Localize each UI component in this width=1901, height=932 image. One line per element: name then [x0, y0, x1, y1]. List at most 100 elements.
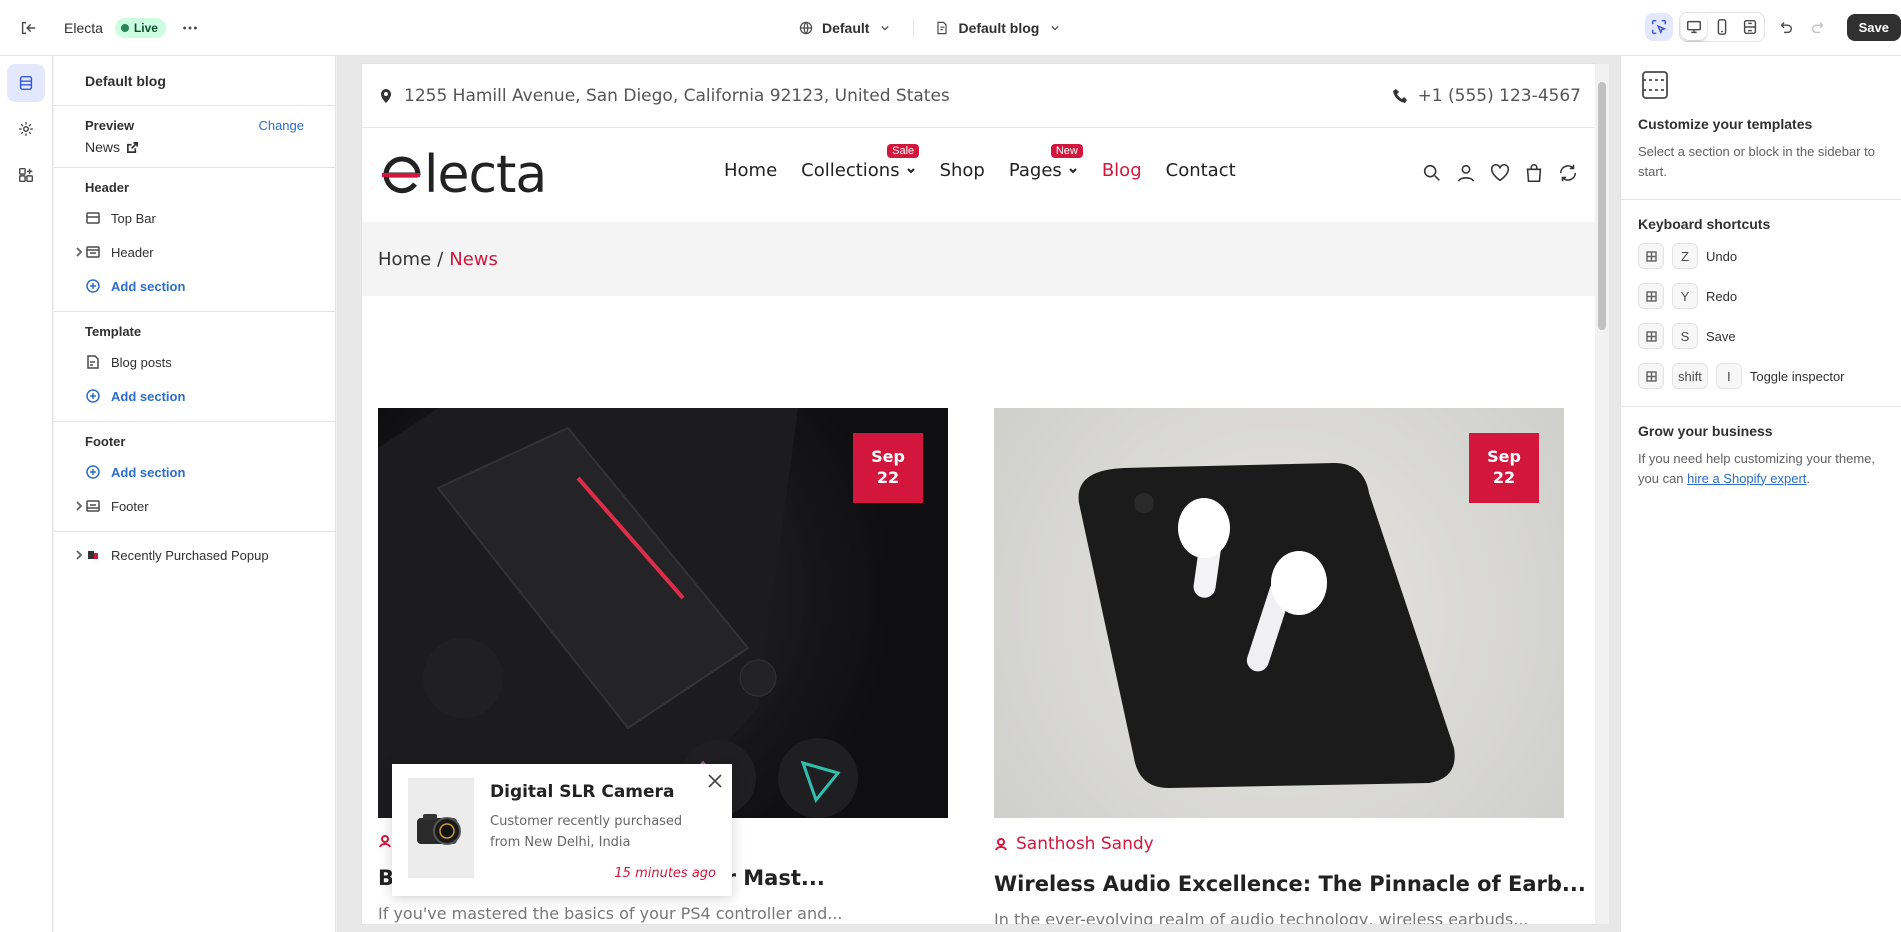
- post-date-badge: Sep 22: [1469, 433, 1539, 503]
- sidebar-item-footer[interactable]: Footer: [54, 489, 335, 523]
- group-title: Header: [85, 180, 130, 195]
- scrollbar-thumb[interactable]: [1598, 82, 1606, 330]
- theme-settings-icon[interactable]: [7, 110, 45, 148]
- compare-icon[interactable]: [1557, 162, 1579, 184]
- map-pin-icon: [381, 88, 391, 103]
- main-nav: Home Collections Sale Shop Pages New Blo…: [724, 144, 1236, 181]
- hire-expert-link[interactable]: hire a Shopify expert: [1687, 471, 1806, 486]
- phone[interactable]: +1 (555) 123-4567: [1392, 86, 1581, 106]
- nav-label: Pages: [1008, 160, 1062, 181]
- shortcut-label: Toggle inspector: [1749, 368, 1845, 384]
- sidebar-item-recently-purchased-popup[interactable]: Recently Purchased Popup: [54, 538, 335, 572]
- grow-title: Grow your business: [1638, 423, 1773, 439]
- desktop-icon[interactable]: [1680, 14, 1707, 40]
- chevron-right-icon[interactable]: [72, 549, 85, 562]
- sections-icon[interactable]: [7, 64, 45, 102]
- theme-select[interactable]: Default: [790, 20, 901, 36]
- post-image-controller[interactable]: Sep 22: [378, 408, 948, 818]
- redo-icon[interactable]: [1805, 13, 1833, 41]
- shortcuts-title: Keyboard shortcuts: [1638, 216, 1771, 232]
- product-thumbnail[interactable]: [408, 778, 474, 878]
- shortcut-key: I: [1715, 363, 1742, 389]
- live-dot-icon: [120, 23, 129, 32]
- change-link[interactable]: Change: [258, 118, 304, 133]
- phone-text: +1 (555) 123-4567: [1417, 85, 1581, 106]
- undo-icon[interactable]: [1771, 13, 1799, 41]
- shortcut-undo: Z Undo: [1638, 236, 1884, 276]
- template-select[interactable]: Default blog: [926, 20, 1071, 36]
- add-section-button[interactable]: Add section: [54, 269, 335, 303]
- group-title: Footer: [85, 434, 126, 449]
- sidebar-item-blog-posts[interactable]: Blog posts: [54, 345, 335, 379]
- nav-contact[interactable]: Contact: [1166, 160, 1236, 181]
- template-group: Template Blog posts Add section: [54, 312, 335, 422]
- preview-label: Preview: [85, 118, 135, 133]
- preview-scrollbar[interactable]: [1595, 64, 1609, 924]
- popup-desc-line: from New Delhi, India: [490, 834, 631, 850]
- status-label: Live: [133, 20, 158, 35]
- customize-description: Select a section or block in the sidebar…: [1638, 144, 1876, 179]
- nav-home[interactable]: Home: [724, 160, 777, 181]
- address: 1255 Hamill Avenue, San Diego, Californi…: [378, 86, 950, 106]
- camera-icon: [417, 814, 461, 845]
- fullscreen-icon[interactable]: [1737, 14, 1763, 40]
- breadcrumb-separator: /: [437, 248, 444, 270]
- date-day: 22: [1492, 468, 1516, 487]
- wishlist-heart-icon[interactable]: [1489, 162, 1511, 184]
- user-icon: [379, 835, 391, 848]
- add-section-label: Add section: [111, 464, 186, 480]
- close-icon[interactable]: [706, 772, 724, 790]
- chevron-down-icon: [1069, 167, 1077, 173]
- shortcut-save: S Save: [1638, 316, 1884, 356]
- nav-collections[interactable]: Collections Sale: [801, 144, 920, 181]
- chevron-right-icon[interactable]: [72, 500, 85, 513]
- template-select-label: Default blog: [958, 20, 1040, 36]
- shortcut-label: Save: [1706, 328, 1736, 344]
- mobile-icon[interactable]: [1709, 14, 1735, 40]
- sidebar-item-top-bar[interactable]: Top Bar: [54, 201, 335, 235]
- device-toggle: [1678, 12, 1765, 42]
- add-section-button[interactable]: Add section: [54, 455, 335, 489]
- post-image-earbuds[interactable]: Sep 22: [994, 408, 1564, 818]
- topbar-actions: Save: [1644, 12, 1901, 42]
- blog-post-card[interactable]: Sep 22 Santhosh Sandy Wireless Audio Exce…: [994, 408, 1586, 924]
- cart-bag-icon[interactable]: [1523, 162, 1545, 184]
- header-group: Header Top Bar Header Add section: [54, 168, 335, 312]
- exit-icon[interactable]: [14, 14, 42, 42]
- app-embeds-icon[interactable]: [7, 156, 45, 194]
- inspector-icon[interactable]: [1644, 13, 1673, 41]
- store-top-bar: 1255 Hamill Avenue, San Diego, Californi…: [362, 64, 1595, 128]
- save-button[interactable]: Save: [1846, 13, 1901, 41]
- group-title: Template: [85, 324, 142, 339]
- account-icon[interactable]: [1455, 162, 1477, 184]
- store-name: Electa: [64, 19, 103, 36]
- grow-description: If you need help customizing your theme,…: [1638, 449, 1884, 506]
- sidebar-item-label: Footer: [111, 498, 149, 514]
- preview-value-label: News: [85, 139, 121, 155]
- customize-section: Customize your templates Select a sectio…: [1621, 56, 1901, 200]
- sidebar-item-label: Top Bar: [111, 210, 156, 226]
- shortcut-label: Redo: [1706, 288, 1738, 304]
- sidebar-item-header[interactable]: Header: [54, 235, 335, 269]
- more-actions-icon[interactable]: [176, 14, 204, 42]
- add-section-button[interactable]: Add section: [54, 379, 335, 413]
- shortcut-key: S: [1672, 323, 1698, 349]
- search-icon[interactable]: [1421, 162, 1443, 184]
- grow-section: Grow your business If you need help cust…: [1621, 423, 1901, 506]
- shortcut-redo: Y Redo: [1638, 276, 1884, 316]
- post-title[interactable]: Wireless Audio Excellence: The Pinnacle …: [994, 872, 1586, 896]
- sections-sidebar: Default blog Preview Change News Header …: [54, 56, 336, 932]
- blog-icon: [85, 354, 101, 370]
- popup-title[interactable]: Digital SLR Camera: [490, 782, 716, 802]
- store-logo[interactable]: lecta: [378, 145, 547, 205]
- nav-pages[interactable]: Pages New: [1008, 144, 1083, 181]
- chevron-right-icon[interactable]: [72, 246, 85, 259]
- preview-value[interactable]: News: [85, 139, 304, 155]
- shortcut-key: Y: [1672, 283, 1698, 309]
- nav-shop[interactable]: Shop: [940, 160, 985, 181]
- nav-blog[interactable]: Blog: [1102, 160, 1142, 181]
- plus-circle-icon: [85, 464, 101, 480]
- breadcrumb-home[interactable]: Home: [378, 249, 431, 270]
- post-author[interactable]: Santhosh Sandy: [994, 834, 1564, 854]
- command-key-icon: [1638, 363, 1664, 389]
